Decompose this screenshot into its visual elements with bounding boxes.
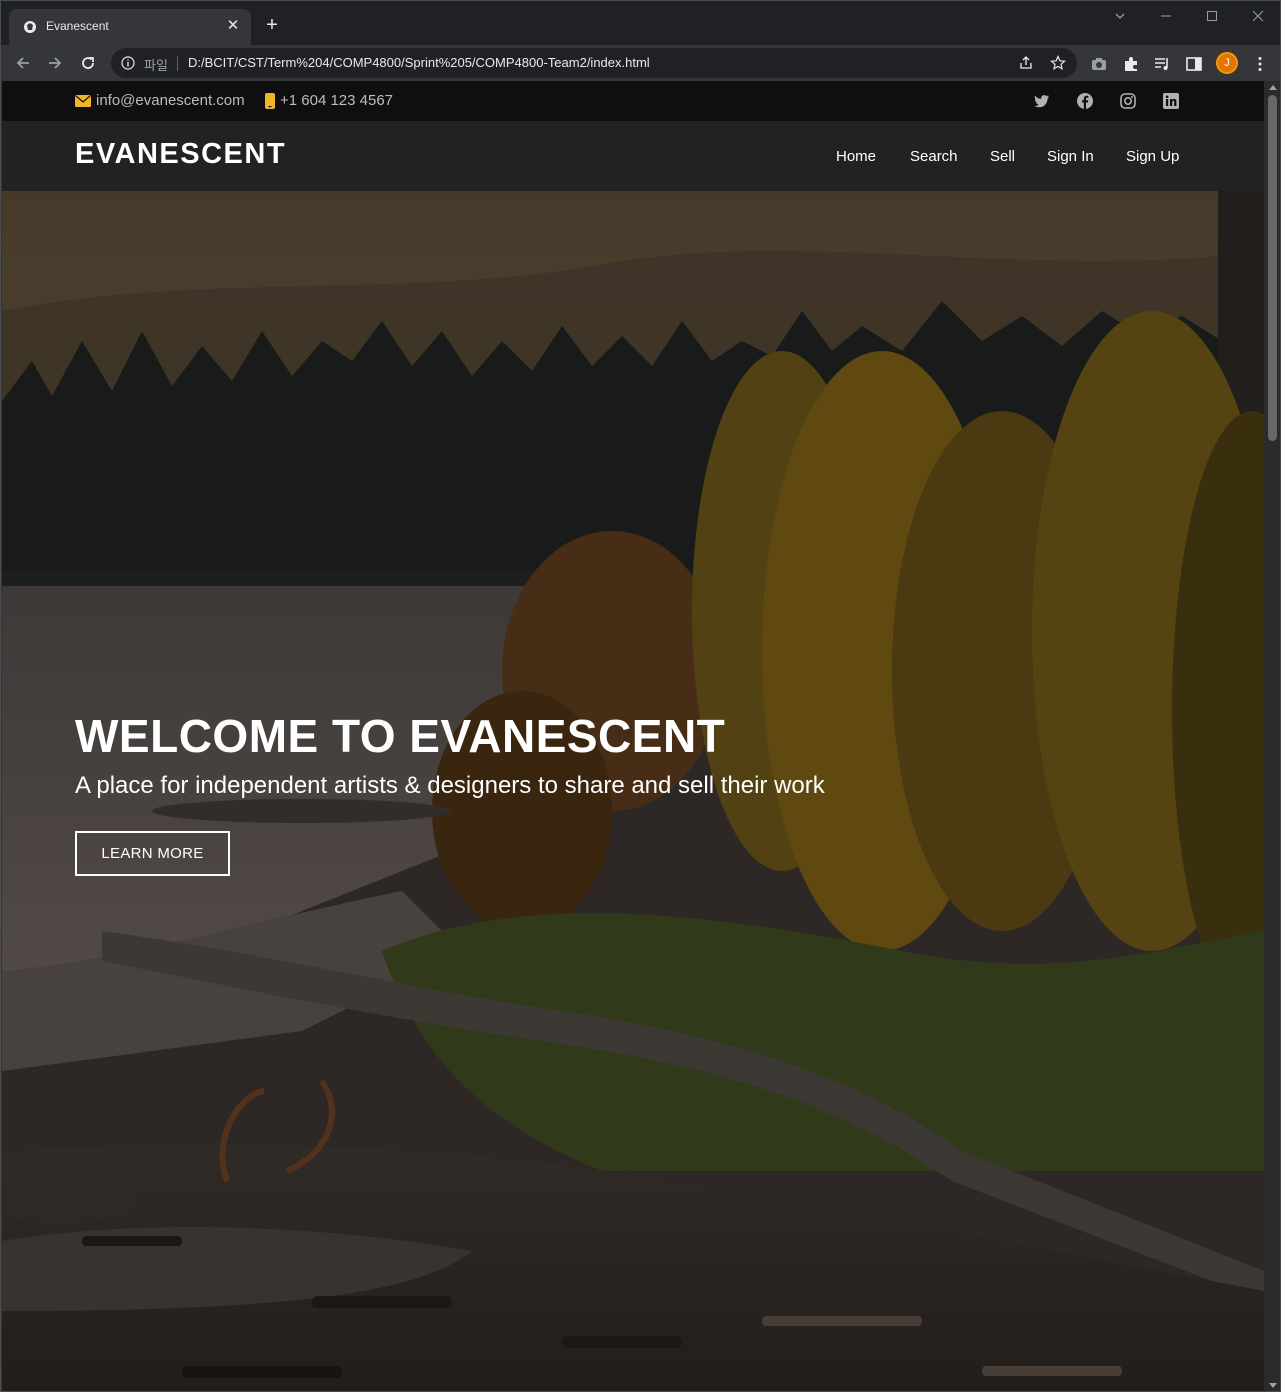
hero-section: WELCOME TO EVANESCENT A place for indepe… (2, 191, 1264, 1391)
menu-kebab-icon[interactable] (1251, 55, 1269, 73)
tab-title: Evanescent (46, 19, 109, 33)
profile-avatar[interactable]: J (1216, 52, 1238, 74)
media-control-icon[interactable] (1153, 55, 1171, 73)
nav-search[interactable]: Search (910, 148, 958, 165)
bookmark-star-icon[interactable] (1050, 55, 1066, 71)
tab-search-icon[interactable] (1108, 7, 1132, 27)
phone-text: +1 604 123 4567 (280, 92, 394, 109)
camera-extension-icon[interactable] (1090, 55, 1108, 73)
reload-icon[interactable] (76, 51, 100, 75)
nav-sell[interactable]: Sell (990, 148, 1015, 165)
maximize-icon[interactable] (1200, 7, 1224, 27)
email-text: info@evanescent.com (96, 92, 245, 109)
minimize-icon[interactable] (1154, 7, 1178, 27)
nav-sign-up[interactable]: Sign Up (1126, 148, 1179, 165)
extensions-puzzle-icon[interactable] (1122, 55, 1140, 73)
contact-bar: info@evanescent.com +1 604 123 4567 (2, 81, 1264, 121)
scroll-down-arrow-icon[interactable] (1269, 1383, 1277, 1388)
phone-contact[interactable]: +1 604 123 4567 (265, 92, 393, 109)
page-viewport: info@evanescent.com +1 604 123 4567 EVAN… (2, 81, 1264, 1391)
close-tab-icon[interactable]: ✕ (225, 18, 241, 34)
new-tab-icon[interactable]: + (263, 15, 281, 35)
browser-window: Evanescent ✕ + 파일 D:/BCIT/CST/Term%204/C… (0, 0, 1281, 1392)
omnibox-divider (177, 56, 178, 71)
share-icon[interactable] (1018, 55, 1034, 71)
scheme-label: 파일 (144, 58, 168, 73)
linkedin-icon[interactable] (1163, 93, 1179, 109)
back-icon[interactable] (11, 51, 35, 75)
phone-icon (265, 92, 275, 109)
forward-icon[interactable] (43, 51, 67, 75)
url-text[interactable]: D:/BCIT/CST/Term%204/COMP4800/Sprint%205… (188, 55, 650, 70)
facebook-icon[interactable] (1077, 93, 1093, 109)
site-info-icon[interactable] (121, 56, 135, 70)
browser-toolbar: 파일 D:/BCIT/CST/Term%204/COMP4800/Sprint%… (1, 45, 1280, 81)
hero-subtitle: A place for independent artists & design… (75, 772, 825, 799)
close-window-icon[interactable] (1246, 7, 1270, 27)
twitter-icon[interactable] (1034, 93, 1050, 109)
scroll-thumb[interactable] (1268, 95, 1277, 441)
tab-strip: Evanescent ✕ + (1, 1, 1280, 45)
envelope-icon (75, 94, 91, 107)
favicon-icon (24, 21, 36, 33)
instagram-icon[interactable] (1120, 93, 1136, 109)
learn-more-button[interactable]: LEARN MORE (75, 831, 230, 876)
side-panel-icon[interactable] (1185, 55, 1203, 73)
nav-home[interactable]: Home (836, 148, 876, 165)
page-scrollbar[interactable] (1264, 81, 1280, 1391)
browser-tab[interactable]: Evanescent ✕ (9, 9, 251, 45)
address-bar[interactable]: 파일 D:/BCIT/CST/Term%204/COMP4800/Sprint%… (111, 48, 1077, 78)
site-logo[interactable]: EVANESCENT (75, 138, 286, 171)
site-header: EVANESCENT Home Search Sell Sign In Sign… (2, 121, 1264, 191)
email-contact[interactable]: info@evanescent.com (75, 92, 245, 109)
nav-sign-in[interactable]: Sign In (1047, 148, 1094, 165)
scroll-up-arrow-icon[interactable] (1269, 85, 1277, 90)
hero-title: WELCOME TO EVANESCENT (75, 710, 726, 762)
